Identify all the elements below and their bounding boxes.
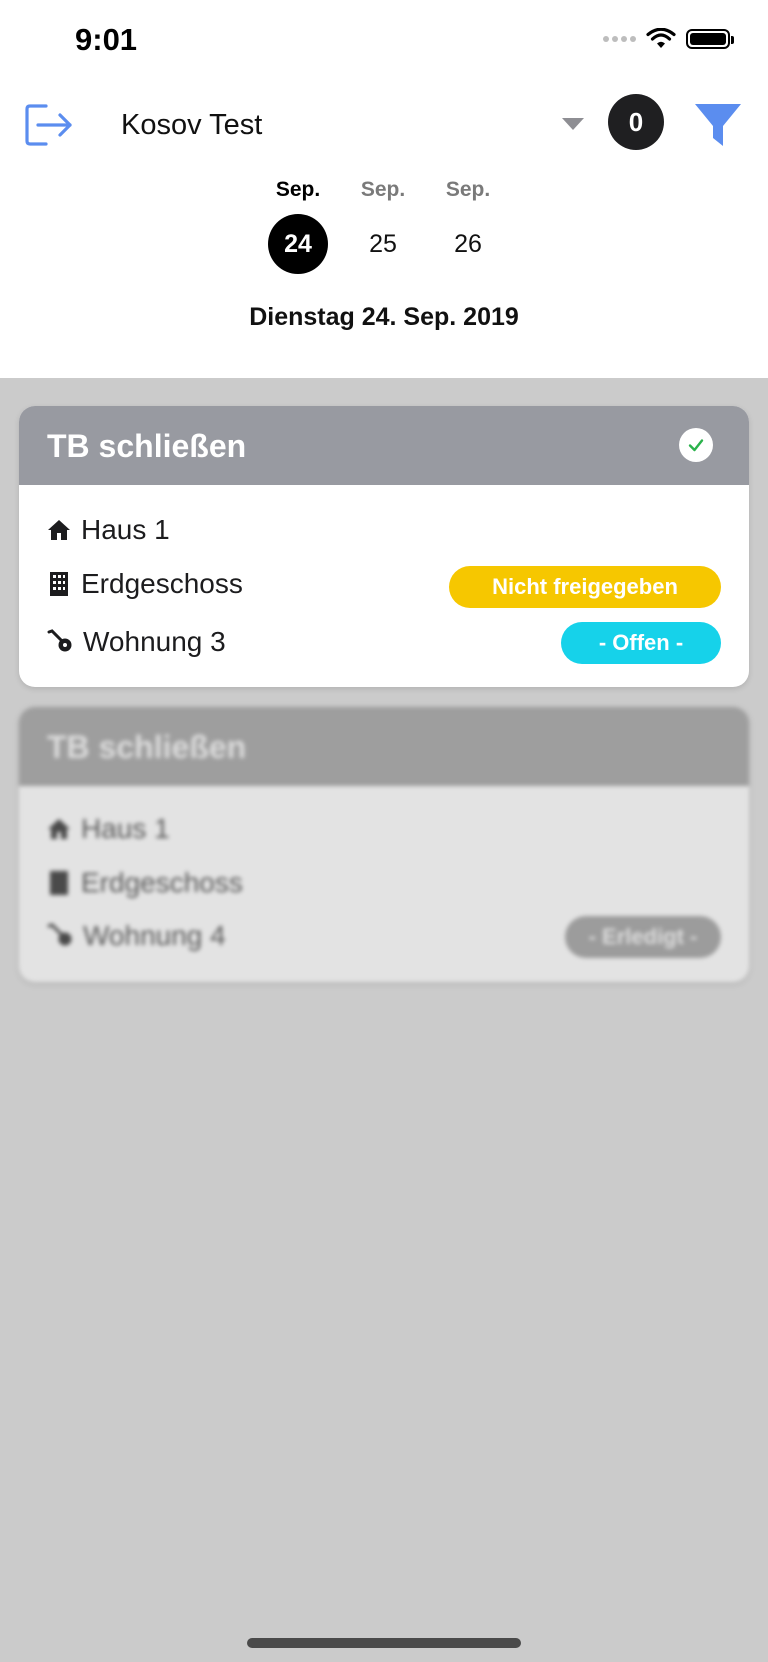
date-strip: Sep. 24 Sep. 25 Sep. 26: [0, 178, 768, 278]
wifi-icon: [646, 28, 676, 48]
task-card[interactable]: TB schließen Haus 1 Erdgeschoss Nicht fr…: [19, 406, 749, 687]
top-panel: 9:01 Kosov Test 0 Sep. 24 Sep. 25 Sep. 2…: [0, 0, 768, 378]
building-icon: [50, 871, 68, 895]
apartment-row: Wohnung 4: [47, 920, 226, 952]
check-icon[interactable]: [679, 428, 713, 462]
signal-dots-icon: [603, 36, 636, 42]
date-item[interactable]: Sep. 26: [433, 178, 503, 274]
date-item[interactable]: Sep. 24: [263, 178, 333, 274]
task-status-badge: - Offen -: [561, 622, 721, 664]
floor-label: Erdgeschoss: [81, 867, 243, 898]
status-time: 9:01: [75, 22, 138, 57]
checkmark-icon: [688, 439, 704, 452]
filter-icon[interactable]: [693, 100, 743, 150]
house-icon: [48, 520, 70, 540]
apartment-label: Wohnung 4: [83, 920, 226, 951]
floor-row: Erdgeschoss: [47, 568, 243, 600]
floor-label: Erdgeschoss: [81, 568, 243, 599]
task-card-header: TB schließen: [19, 707, 749, 786]
date-month: Sep.: [275, 178, 321, 201]
task-title: TB schließen: [47, 729, 247, 765]
battery-icon: [686, 29, 734, 49]
date-day[interactable]: 24: [268, 214, 328, 274]
house-row: Haus 1: [47, 514, 170, 546]
date-month: Sep.: [445, 178, 491, 201]
house-icon: [48, 819, 70, 839]
building-icon: [50, 572, 68, 596]
count-badge[interactable]: 0: [608, 94, 664, 150]
date-day[interactable]: 26: [438, 214, 498, 274]
release-status-badge: Nicht freigegeben: [449, 566, 721, 608]
header: Kosov Test 0: [0, 92, 768, 162]
chevron-down-icon[interactable]: [562, 118, 584, 130]
key-icon: [47, 923, 72, 946]
key-icon: [47, 629, 72, 652]
status-icons: [603, 28, 734, 50]
date-day[interactable]: 25: [353, 214, 413, 274]
date-month: Sep.: [360, 178, 406, 201]
date-item[interactable]: Sep. 25: [348, 178, 418, 274]
task-status-badge: - Erledigt -: [565, 916, 721, 958]
apartment-row: Wohnung 3: [47, 626, 226, 658]
home-indicator[interactable]: [247, 1638, 521, 1648]
house-label: Haus 1: [81, 514, 170, 545]
house-row: Haus 1: [47, 813, 170, 845]
task-card[interactable]: TB schließen Haus 1 Erdgeschoss Wohnung …: [19, 707, 749, 982]
task-title: TB schließen: [47, 428, 247, 464]
apartment-label: Wohnung 3: [83, 626, 226, 657]
logout-icon[interactable]: [24, 102, 74, 148]
user-selector[interactable]: Kosov Test: [121, 109, 262, 142]
floor-row: Erdgeschoss: [47, 867, 243, 899]
selected-date-label: Dienstag 24. Sep. 2019: [249, 303, 519, 331]
house-label: Haus 1: [81, 813, 170, 844]
task-card-header: TB schließen: [19, 406, 749, 485]
